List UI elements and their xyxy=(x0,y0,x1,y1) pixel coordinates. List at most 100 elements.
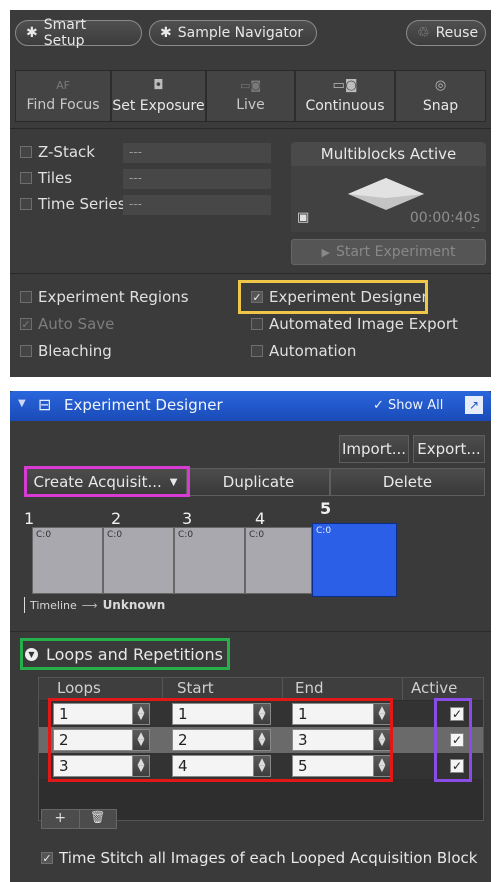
experiment-designer-checkbox[interactable]: ✓ Experiment Designer xyxy=(251,288,428,306)
export-button[interactable]: Export... xyxy=(413,435,485,463)
auto-save-checkbox[interactable]: ✓ Auto Save xyxy=(20,315,114,333)
find-focus-label: Find Focus xyxy=(26,97,100,113)
acquisition-buttons: AF Find Focus ◘ Set Exposure ▭◙ Live ▭◙ … xyxy=(15,70,486,122)
end-input[interactable]: 5 xyxy=(292,755,374,777)
snap-button[interactable]: ◎ Snap xyxy=(396,71,485,121)
acquisition-block-selected[interactable]: C:0 xyxy=(312,523,397,597)
end-input[interactable]: 3 xyxy=(292,729,374,751)
collapse-icon[interactable]: ▼ xyxy=(18,398,26,409)
acquisition-block[interactable]: C:0 xyxy=(32,527,103,594)
acquisition-block[interactable]: C:0 xyxy=(103,527,174,594)
time-series-checkbox[interactable]: Time Series xyxy=(20,195,126,213)
automated-image-export-box[interactable] xyxy=(251,318,263,330)
designer-icon: ⊟ xyxy=(38,395,52,414)
block-number: 1 xyxy=(24,509,35,528)
dropdown-arrow-icon: ▼ xyxy=(169,476,178,488)
check-icon: ✓ xyxy=(373,398,384,413)
start-spinner[interactable]: ▲ ▼ xyxy=(253,729,271,751)
z-stack-checkbox[interactable]: Z-Stack xyxy=(20,143,95,161)
snap-label: Snap xyxy=(422,98,459,114)
sample-navigator-icon: ✱ xyxy=(160,25,172,41)
experiment-regions-label: Experiment Regions xyxy=(38,288,189,306)
col-sep xyxy=(402,678,403,700)
time-stitch-checkbox[interactable]: ✓ Time Stitch all Images of each Looped … xyxy=(41,849,477,867)
loops-input[interactable]: 1 xyxy=(53,703,133,725)
import-button[interactable]: Import... xyxy=(339,435,409,463)
create-acquisition-button[interactable]: Create Acquisit... ▼ xyxy=(24,468,187,496)
dash-label: - xyxy=(471,220,476,234)
automation-box[interactable] xyxy=(251,345,263,357)
delete-loop-button[interactable]: 🗑 xyxy=(80,810,117,828)
multiblocks-preview: ▣ 00:00:40s xyxy=(291,166,486,232)
active-checkbox[interactable]: ✓ xyxy=(450,759,464,773)
bleaching-checkbox[interactable]: Bleaching xyxy=(20,342,112,360)
time-series-box[interactable] xyxy=(20,198,32,210)
z-stack-box[interactable] xyxy=(20,146,32,158)
time-stitch-box[interactable]: ✓ xyxy=(41,852,53,865)
automation-checkbox[interactable]: Automation xyxy=(251,342,356,360)
tiles-checkbox[interactable]: Tiles xyxy=(20,169,72,187)
active-checkbox[interactable]: ✓ xyxy=(450,733,464,747)
time-series-value: --- xyxy=(123,195,271,215)
start-input[interactable]: 2 xyxy=(172,729,254,751)
loops-spinner[interactable]: ▲ ▼ xyxy=(132,703,150,725)
loops-section-label: Loops and Repetitions xyxy=(46,645,223,664)
sample-navigator-label: Sample Navigator xyxy=(177,25,304,41)
auto-save-box[interactable]: ✓ xyxy=(20,318,32,331)
start-input[interactable]: 4 xyxy=(172,755,254,777)
continuous-label: Continuous xyxy=(305,98,385,114)
time-series-label: Time Series xyxy=(38,195,126,213)
save-icon[interactable]: ▣ xyxy=(297,210,309,225)
popout-icon[interactable]: ↗ xyxy=(465,396,483,414)
experiment-regions-checkbox[interactable]: Experiment Regions xyxy=(20,288,189,306)
acquisition-block[interactable]: C:0 xyxy=(174,527,245,594)
automated-image-export-checkbox[interactable]: Automated Image Export xyxy=(251,315,458,333)
col-sep xyxy=(282,678,283,700)
play-icon: ▶ xyxy=(321,245,330,259)
add-loop-button[interactable]: + xyxy=(42,810,80,828)
experiment-regions-box[interactable] xyxy=(20,291,32,303)
snap-camera-icon: ◎ xyxy=(434,78,447,93)
experiment-designer-label: Experiment Designer xyxy=(269,288,428,306)
col-sep xyxy=(162,678,163,700)
live-button[interactable]: ▭◙ Live xyxy=(207,71,295,121)
start-spinner[interactable]: ▲ ▼ xyxy=(253,755,271,777)
section-collapse-icon: ▼ xyxy=(25,648,38,661)
end-input[interactable]: 1 xyxy=(292,703,374,725)
arrow-right-icon: ⟶ xyxy=(81,598,98,612)
end-spinner[interactable]: ▲ ▼ xyxy=(373,703,391,725)
set-exposure-button[interactable]: ◘ Set Exposure xyxy=(112,71,206,121)
z-stack-label: Z-Stack xyxy=(38,143,95,161)
smart-setup-button[interactable]: ✱ Smart Setup xyxy=(15,17,142,49)
duplicate-button[interactable]: Duplicate xyxy=(187,468,330,496)
loops-section-toggle[interactable]: ▼ Loops and Repetitions xyxy=(25,645,223,664)
start-experiment-button[interactable]: ▶ Start Experiment xyxy=(291,239,486,265)
continuous-button[interactable]: ▭◙ Continuous xyxy=(296,71,395,121)
loops-input[interactable]: 3 xyxy=(53,755,133,777)
delete-button[interactable]: Delete xyxy=(330,468,485,496)
experiment-designer-box[interactable]: ✓ xyxy=(251,291,263,304)
loops-input[interactable]: 2 xyxy=(53,729,133,751)
reuse-button[interactable]: ♲ Reuse xyxy=(406,20,486,46)
acquisition-block[interactable]: C:0 xyxy=(245,527,312,594)
sample-navigator-button[interactable]: ✱ Sample Navigator xyxy=(149,20,317,46)
designer-header: ▼ ⊟ Experiment Designer ✓ Show All ↗ xyxy=(10,391,491,421)
loops-spinner[interactable]: ▲ ▼ xyxy=(132,729,150,751)
active-checkbox[interactable]: ✓ xyxy=(450,707,464,721)
end-spinner[interactable]: ▲ ▼ xyxy=(373,729,391,751)
smart-setup-label: Smart Setup xyxy=(43,17,87,49)
loops-spinner[interactable]: ▲ ▼ xyxy=(132,755,150,777)
block-label: C:0 xyxy=(316,526,332,536)
find-focus-button[interactable]: AF Find Focus xyxy=(16,71,111,121)
start-spinner[interactable]: ▲ ▼ xyxy=(253,703,271,725)
bleaching-box[interactable] xyxy=(20,345,32,357)
block-label: C:0 xyxy=(249,530,265,540)
end-spinner[interactable]: ▲ ▼ xyxy=(373,755,391,777)
timeline-value: Unknown xyxy=(102,598,166,612)
block-label: C:0 xyxy=(107,530,123,540)
divider-3 xyxy=(10,631,491,632)
show-all-toggle[interactable]: ✓ Show All xyxy=(373,398,443,413)
autofocus-icon: AF xyxy=(56,79,70,92)
tiles-box[interactable] xyxy=(20,172,32,184)
start-input[interactable]: 1 xyxy=(172,703,254,725)
